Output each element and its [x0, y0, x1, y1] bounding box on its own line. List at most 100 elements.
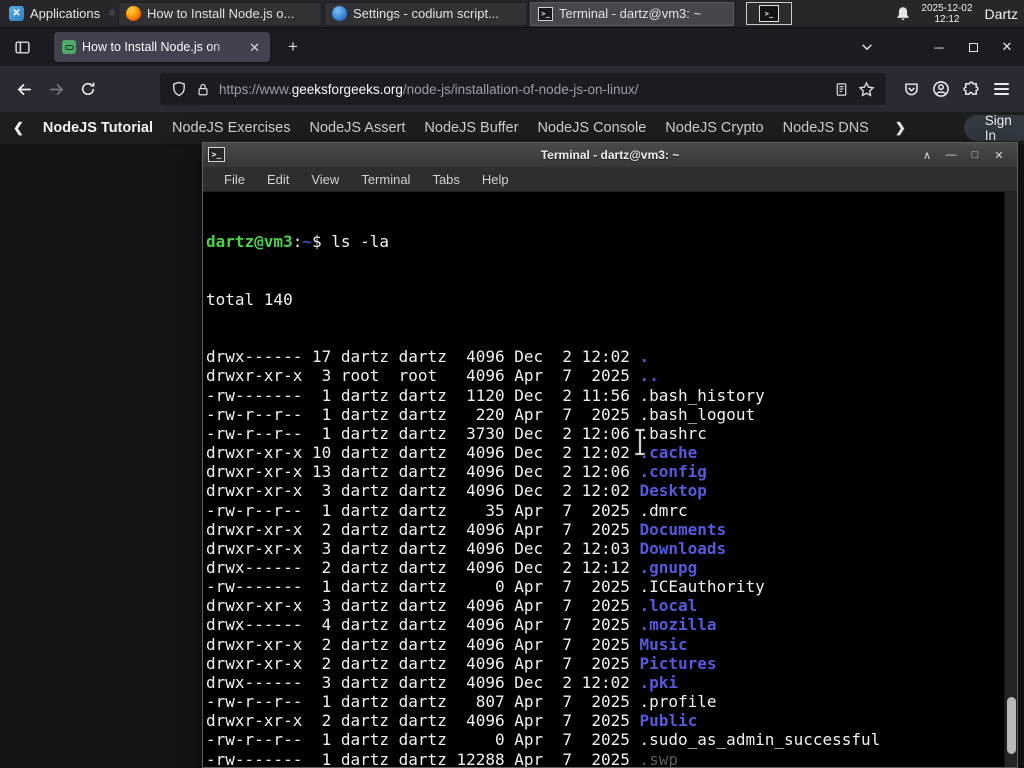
terminal-minimize-button[interactable]: —: [939, 149, 963, 161]
terminal-line: -rw-r--r-- 1 dartz dartz 0 Apr 7 2025 .s…: [206, 730, 881, 750]
list-all-tabs-button[interactable]: [854, 34, 880, 60]
tab-close-icon[interactable]: ✕: [247, 39, 262, 56]
nav-link[interactable]: NodeJS Crypto: [665, 120, 763, 136]
terminal-line: drwxr-xr-x 3 dartz dartz 4096 Dec 2 12:0…: [206, 481, 707, 501]
file-name: .dmrc: [639, 500, 688, 520]
menu-tabs[interactable]: Tabs: [421, 169, 470, 190]
window-minimize-button[interactable]: ─: [922, 28, 956, 66]
file-name: Music: [639, 634, 688, 654]
terminal-close-button[interactable]: ✕: [987, 149, 1011, 162]
file-name: Public: [639, 711, 698, 731]
sign-in-button[interactable]: Sign In: [963, 113, 1024, 143]
app-menu-button[interactable]: [986, 74, 1016, 104]
chevron-down-icon: [862, 44, 872, 51]
terminal-menubar: File Edit View Terminal Tabs Help: [203, 167, 1017, 192]
terminal-titlebar[interactable]: >_ Terminal - dartz@vm3: ~ ∧ — □ ✕: [203, 143, 1017, 167]
terminal-line: -rw------- 1 dartz dartz 12288 Apr 7 202…: [206, 749, 679, 767]
nav-scroll-left-icon[interactable]: ❮: [13, 120, 24, 136]
file-name: .swp: [639, 749, 679, 767]
taskbar-window-firefox[interactable]: How to Install Node.js o...: [117, 1, 322, 26]
file-name: .sudo_as_admin_successful: [639, 730, 881, 750]
taskbar-window-label: Terminal - dartz@vm3: ~: [558, 6, 702, 21]
terminal-scrollbar[interactable]: [1004, 192, 1017, 767]
bookmark-star-icon[interactable]: [858, 80, 875, 98]
tracking-shield-icon[interactable]: [171, 81, 187, 97]
account-button[interactable]: [926, 74, 956, 104]
extensions-button[interactable]: [956, 74, 986, 104]
prompt-colon: :: [292, 232, 303, 252]
terminal-line: drwxr-xr-x 13 dartz dartz 4096 Dec 2 12:…: [206, 462, 707, 482]
taskbar-window-terminal[interactable]: >_ Terminal - dartz@vm3: ~: [529, 1, 734, 26]
window-maximize-button[interactable]: [956, 28, 990, 66]
browser-tab-active[interactable]: How to Install Node.js on ✕: [54, 32, 270, 62]
file-name: .mozilla: [639, 615, 717, 635]
firefox-tab-bar: How to Install Node.js on ✕ + ─ ✕: [0, 28, 1024, 66]
lock-icon[interactable]: [196, 82, 210, 97]
terminal-maximize-button[interactable]: □: [963, 149, 987, 161]
terminal-line: -rw------- 1 dartz dartz 1120 Dec 2 11:5…: [206, 385, 765, 405]
notifications-bell-icon[interactable]: [895, 6, 911, 22]
file-name: Desktop: [639, 481, 707, 501]
scrollbar-thumb[interactable]: [1007, 697, 1016, 754]
tab-title: How to Install Node.js on: [82, 40, 221, 54]
reader-mode-icon[interactable]: [834, 82, 849, 97]
pocket-button[interactable]: [896, 74, 926, 104]
menu-help[interactable]: Help: [471, 169, 520, 190]
taskbar-window-label: How to Install Node.js o...: [146, 6, 295, 21]
terminal-line: drwxr-xr-x 2 dartz dartz 4096 Apr 7 2025…: [206, 519, 727, 539]
panel-clock[interactable]: 2025-12-02 12:12: [921, 3, 972, 25]
file-name: .pki: [639, 672, 679, 692]
nav-scroll-right-icon[interactable]: ❯: [895, 120, 906, 136]
menu-edit[interactable]: Edit: [256, 169, 300, 190]
geeksforgeeks-favicon: [62, 40, 76, 54]
taskbar-window-label: Settings - codium script...: [352, 6, 499, 21]
forward-button[interactable]: [40, 73, 72, 105]
applications-menu-button[interactable]: ✕ Applications: [0, 0, 109, 27]
terminal-prompt-line: dartz@vm3:~$ ls -la: [206, 232, 1004, 251]
file-name: Pictures: [639, 653, 717, 673]
url-bar[interactable]: https://www.geeksforgeeks.org/node-js/in…: [160, 73, 886, 105]
nav-link[interactable]: NodeJS Assert: [309, 120, 405, 136]
panel-user-label[interactable]: Dartz: [985, 6, 1018, 22]
nav-link[interactable]: NodeJS DNS: [783, 120, 869, 136]
menu-view[interactable]: View: [300, 169, 350, 190]
nav-link-nodejs-tutorial[interactable]: NodeJS Tutorial: [43, 120, 153, 136]
menu-terminal[interactable]: Terminal: [350, 169, 421, 190]
file-name: ..: [639, 366, 659, 386]
taskbar-window-vscodium[interactable]: Settings - codium script...: [323, 1, 528, 26]
gfg-subnav-bar: ❮ NodeJS Tutorial NodeJS Exercises NodeJ…: [0, 112, 1024, 145]
prompt-userhost: dartz@vm3: [206, 232, 293, 252]
menu-file[interactable]: File: [213, 169, 256, 190]
terminal-line: drwx------ 3 dartz dartz 4096 Dec 2 12:0…: [206, 672, 679, 692]
panel-handle: ≡: [109, 8, 115, 19]
terminal-shade-button[interactable]: ∧: [915, 149, 939, 162]
url-text[interactable]: https://www.geeksforgeeks.org/node-js/in…: [219, 82, 825, 97]
vscodium-icon: [331, 6, 347, 21]
reload-button[interactable]: [72, 73, 104, 105]
prompt-path: ~: [302, 232, 312, 252]
prompt-command: $ ls -la: [311, 232, 390, 252]
workspace-switcher[interactable]: >_: [745, 2, 792, 25]
terminal-line: drwx------ 4 dartz dartz 4096 Apr 7 2025…: [206, 615, 717, 635]
applications-menu-icon: ✕: [9, 6, 24, 21]
file-name: .bash_history: [639, 385, 765, 405]
terminal-window: >_ Terminal - dartz@vm3: ~ ∧ — □ ✕ File …: [202, 142, 1018, 768]
terminal-line: drwxr-xr-x 3 root root 4096 Apr 7 2025 .…: [206, 366, 659, 386]
terminal-line: drwxr-xr-x 2 dartz dartz 4096 Apr 7 2025…: [206, 711, 698, 731]
terminal-output: dartz@vm3:~$ ls -la total 140 drwx------…: [203, 192, 1004, 767]
terminal-line: drwx------ 17 dartz dartz 4096 Dec 2 12:…: [206, 347, 650, 367]
nav-link[interactable]: NodeJS Buffer: [424, 120, 518, 136]
terminal-body[interactable]: dartz@vm3:~$ ls -la total 140 drwx------…: [203, 192, 1017, 767]
file-name: Downloads: [639, 538, 727, 558]
clock-time: 12:12: [934, 13, 960, 25]
terminal-window-icon: >_: [208, 147, 225, 162]
url-domain: geeksforgeeks.org: [291, 81, 403, 97]
firefox-view-button[interactable]: [8, 33, 36, 61]
window-close-button[interactable]: ✕: [990, 28, 1024, 66]
nav-link[interactable]: NodeJS Exercises: [172, 120, 290, 136]
nav-link[interactable]: NodeJS Console: [537, 120, 646, 136]
terminal-line: drwxr-xr-x 2 dartz dartz 4096 Apr 7 2025…: [206, 634, 688, 654]
back-button[interactable]: [8, 73, 40, 105]
file-name: .local: [639, 596, 698, 616]
new-tab-button[interactable]: +: [280, 34, 306, 60]
